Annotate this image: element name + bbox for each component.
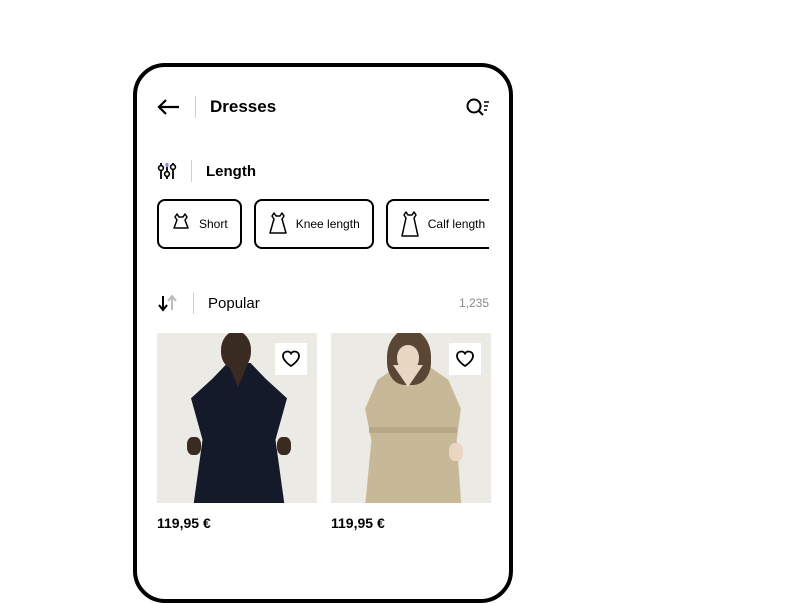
filter-chip-calf-length[interactable]: Calf length [386, 199, 489, 249]
page-title: Dresses [210, 97, 465, 117]
product-image[interactable] [157, 333, 317, 503]
filter-chip-knee-length[interactable]: Knee length [254, 199, 374, 249]
divider [195, 96, 196, 118]
heart-icon [455, 350, 475, 368]
sort-icon[interactable] [157, 293, 179, 313]
back-arrow-icon[interactable] [157, 99, 181, 115]
chip-label: Short [199, 217, 228, 231]
top-bar: Dresses [157, 93, 489, 121]
search-icon[interactable] [465, 97, 489, 117]
product-price: 119,95 € [157, 515, 317, 531]
chip-label: Calf length [428, 217, 485, 231]
result-count: 1,235 [459, 296, 489, 310]
dress-icon [268, 211, 288, 237]
dress-icon [400, 210, 420, 238]
favorite-button[interactable] [449, 343, 481, 375]
sort-bar: Popular 1,235 [157, 291, 489, 315]
product-card[interactable]: 119,95 € [157, 333, 317, 531]
favorite-button[interactable] [275, 343, 307, 375]
sort-label[interactable]: Popular [208, 295, 459, 312]
filter-bar: Length [157, 159, 489, 183]
product-card[interactable]: 119,95 € [331, 333, 491, 531]
heart-icon [281, 350, 301, 368]
divider [191, 160, 192, 182]
divider [193, 292, 194, 314]
product-price: 119,95 € [331, 515, 491, 531]
product-grid: 119,95 € [157, 333, 489, 531]
filter-chip-row[interactable]: Short Knee length Calf length [157, 199, 489, 249]
sliders-icon[interactable] [157, 161, 177, 181]
product-image[interactable] [331, 333, 491, 503]
chip-label: Knee length [296, 217, 360, 231]
filter-label[interactable]: Length [206, 163, 256, 180]
filter-chip-short[interactable]: Short [157, 199, 242, 249]
dress-icon [171, 212, 191, 236]
device-frame: Dresses [133, 63, 513, 603]
